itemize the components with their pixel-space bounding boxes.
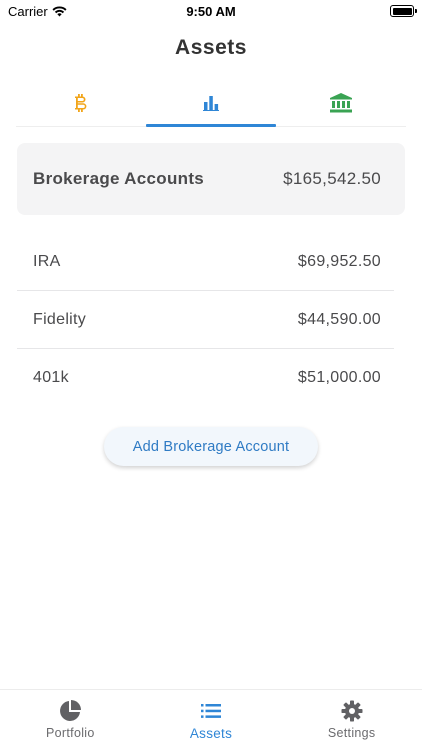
list-item[interactable]: Fidelity $44,590.00 <box>17 291 394 349</box>
tab-bank[interactable] <box>276 80 406 126</box>
bank-icon <box>330 93 352 113</box>
account-value: $51,000.00 <box>297 369 381 386</box>
tab-settings[interactable]: Settings <box>281 690 422 750</box>
tab-crypto[interactable] <box>16 80 146 126</box>
tab-assets[interactable]: Assets <box>141 690 282 750</box>
gear-icon <box>341 700 363 722</box>
brokerage-summary-card: Brokerage Accounts $165,542.50 <box>17 143 405 215</box>
bar-chart-icon <box>203 96 219 111</box>
account-value: $44,590.00 <box>297 310 381 328</box>
status-time: 9:50 AM <box>186 4 236 19</box>
list-item[interactable]: 401k $51,000.00 <box>17 349 394 407</box>
account-value: $69,952.50 <box>297 252 381 270</box>
bitcoin-icon <box>75 94 87 112</box>
account-name: 401k <box>33 369 69 386</box>
status-bar: Carrier 9:50 AM <box>0 0 422 24</box>
summary-total: $165,542.50 <box>283 169 381 188</box>
tab-assets-label: Assets <box>189 726 233 741</box>
tab-portfolio[interactable]: Portfolio <box>0 690 141 750</box>
add-brokerage-account-button[interactable]: Add Brokerage Account <box>104 427 318 466</box>
tab-settings-label: Settings <box>327 726 376 740</box>
list-item[interactable]: IRA $69,952.50 <box>17 233 394 291</box>
asset-type-tabs <box>16 80 406 127</box>
pie-chart-icon <box>59 700 82 722</box>
summary-label: Brokerage Accounts <box>33 169 205 188</box>
tab-brokerage[interactable] <box>146 80 276 127</box>
bottom-tab-bar: Portfolio Assets Settings <box>0 689 422 750</box>
list-icon <box>201 700 221 722</box>
account-name: IRA <box>33 252 61 270</box>
account-list: IRA $69,952.50 Fidelity $44,590.00 401k … <box>17 233 394 407</box>
tab-portfolio-label: Portfolio <box>46 726 95 740</box>
page-title: Assets <box>175 36 247 59</box>
battery-icon <box>390 5 417 17</box>
account-name: Fidelity <box>33 310 87 328</box>
